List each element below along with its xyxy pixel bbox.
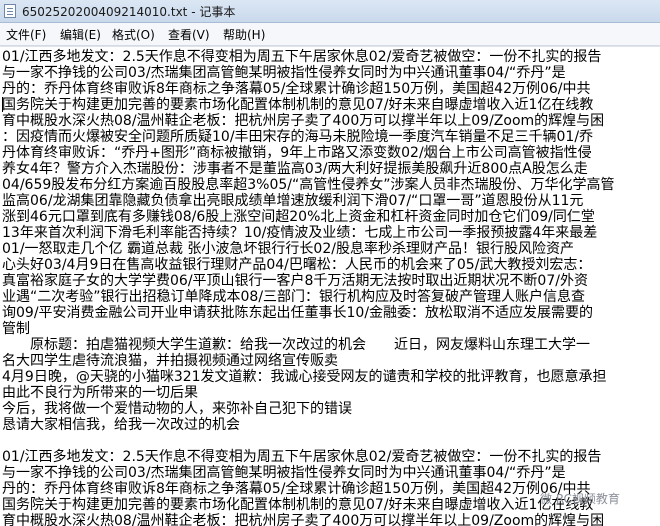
text-line: 涨到46元口罩到底有多赚钱08/6股上涨空间超20%北上资金和杠杆资金同时加仓它… [2,209,595,225]
text-line: 真富裕家庭子女的大学学费06/平顶山银行一客户8千万活期无法按时取出近期状况不断… [2,273,588,289]
text-line: ：因疫情而火爆被安全问题所质疑10/丰田宋存的海马未脱险境一季度汽车销量不足三千… [2,129,594,145]
text-line: 国务院关于构建更加完善的要素市场化配置体制机制的意见07/好未来自曝虚增收入近1… [2,97,594,113]
text-line: 原标题：拍虐猫视频大学生道歉：给我一次改过的机会 近日，网友爆料山东理工大学一 [2,337,590,353]
text-line: 育中概股水深火热08/温州鞋企老板：把杭州房子卖了400万可以撑半年以上09/Z… [2,513,605,526]
text-editor-area[interactable]: 01/江西多地发文：2.5天作息不得变相为周五下午居家休息02/爱奇艺被做空：一… [0,46,660,526]
menu-bar: 文件(F) 编辑(E) 格式(O) 查看(V) 帮助(H) [0,23,660,46]
text-line: 今后，我将做一个爱惜动物的人，来弥补自己犯下的错误 [2,401,352,417]
text-line: 国务院关于构建更加完善的要素市场化配置体制机制的意见07/好未来自曝虚增收入近1… [2,497,594,513]
text-line: 01/江西多地发文：2.5天作息不得变相为周五下午居家休息02/爱奇艺被做空：一… [2,49,602,65]
text-line: 01/一怒取走几个亿 霸道总裁 张小波急坏银行行长02/股息率秒杀理财产品！银行… [2,241,574,257]
text-line: 名大四学生虐待流浪猫，并拍摄视频通过网络宣传贩卖 [2,353,338,369]
text-line: 4月9日晚，@天骁的小猫咪321发文道歉：我诚心接受网友的谴责和学校的批评教育，… [2,369,607,385]
text-line: 育中概股水深火热08/温州鞋企老板：把杭州房子卖了400万可以撑半年以上09/Z… [2,113,605,129]
text-line: 01/江西多地发文：2.5天作息不得变相为周五下午居家休息02/爱奇艺被做空：一… [2,449,602,465]
text-line: 13年来首次利润下滑毛利率能否持续？10/疫情波及业绩：七成上市公司一季报预披露… [2,225,598,241]
menu-file[interactable]: 文件(F) [4,26,48,43]
text-line: 与一家不挣钱的公司03/杰瑞集团高管鲍某明被指性侵养女同时为中兴通讯董事04/“… [2,465,566,481]
menu-view[interactable]: 查看(V) [166,26,212,43]
text-line: 丹体育终审败诉：“乔丹+图形”商标被撤销，9年上市路又添变数02/烟台上市公司高… [2,145,592,161]
text-line: 04/659股发布分红方案逾百股股息率超3%05/“高管性侵养女”涉案人员非杰瑞… [2,177,615,193]
notepad-app-icon [4,4,16,18]
text-line: 恳请大家相信我，给我一次改过的机会 [2,417,240,433]
title-bar[interactable]: 6502520200409214010.txt - 记事本 [0,0,660,23]
text-line: 丹的：乔丹体育终审败诉8年商标之争落幕05/全球累计确诊超150万例，美国超42… [2,81,591,97]
text-line: 询09/平安消费金融公司开业申请获批陈东起出任董事长10/金融委：放松取消不适应… [2,305,594,321]
text-line: 与一家不挣钱的公司03/杰瑞集团高管鲍某明被指性侵养女同时为中兴通讯董事04/“… [2,65,566,81]
menu-help[interactable]: 帮助(H) [221,26,267,43]
window-title: 6502520200409214010.txt - 记事本 [22,5,236,19]
watermark: 微 RC视频教育 [540,492,620,506]
text-line: 由此不良行为所带来的一切后果 [2,385,198,401]
menu-edit[interactable]: 编辑(E) [58,26,103,43]
text-line: 养女4年？警方介入杰瑞股份：涉事者不是董监高03/两大利好提振美股飙升近800点… [2,161,588,177]
text-line: 丹的：乔丹体育终审败诉8年商标之争落幕05/全球累计确诊超150万例，美国超42… [2,481,591,497]
text-line: 管制 [2,321,30,337]
menu-format[interactable]: 格式(O) [110,26,157,43]
text-line: 业遇“二次考验”银行出招稳订单降成本08/三部门：银行机构应及时答复破产管理人账… [2,289,586,305]
text-line: 心头好03/4月9日在售高收益银行理财产品04/巴曙松：人民币的机会来了05/武… [2,257,592,273]
text-line: 监高06/龙湖集团靠隐藏负债拿出亮眼成绩单增速放缓利润下滑07/“口罩一哥”道恩… [2,193,584,209]
